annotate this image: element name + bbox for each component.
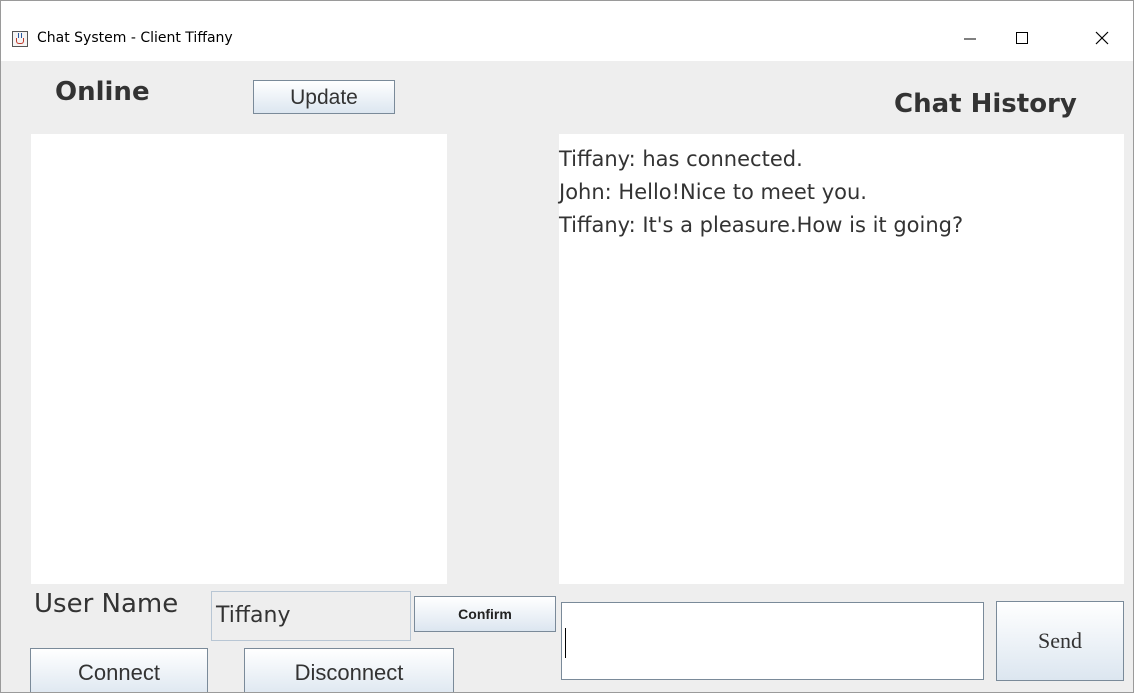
text-caret	[565, 628, 566, 658]
online-users-list[interactable]	[31, 134, 447, 584]
title-bar[interactable]: Chat System - Client Tiffany	[1, 1, 1133, 61]
chat-message: John: Hello!Nice to meet you.	[559, 180, 867, 204]
minimize-icon	[964, 38, 976, 40]
update-button[interactable]: Update	[253, 80, 395, 114]
maximize-icon	[1016, 32, 1028, 44]
chat-history-label: Chat History	[894, 89, 1077, 119]
chat-message: Tiffany: It's a pleasure.How is it going…	[559, 213, 964, 237]
username-field[interactable]: Tiffany	[211, 591, 411, 641]
message-input[interactable]	[561, 602, 984, 680]
chat-message: Tiffany: has connected.	[559, 147, 803, 171]
online-label: Online	[55, 77, 150, 107]
confirm-button[interactable]: Confirm	[414, 596, 556, 632]
connect-button[interactable]: Connect	[30, 648, 208, 692]
java-cup-icon	[12, 31, 28, 47]
disconnect-button[interactable]: Disconnect	[244, 648, 454, 692]
close-button[interactable]	[1079, 25, 1125, 51]
username-label: User Name	[34, 589, 179, 619]
maximize-button[interactable]	[999, 25, 1045, 51]
window-title: Chat System - Client Tiffany	[37, 30, 233, 46]
close-icon	[1095, 31, 1109, 45]
chat-history-area[interactable]: Tiffany: has connected. John: Hello!Nice…	[559, 134, 1124, 584]
send-button[interactable]: Send	[996, 601, 1124, 681]
minimize-button[interactable]	[947, 25, 993, 51]
chat-client-window: Chat System - Client Tiffany Online Upda…	[0, 0, 1134, 693]
